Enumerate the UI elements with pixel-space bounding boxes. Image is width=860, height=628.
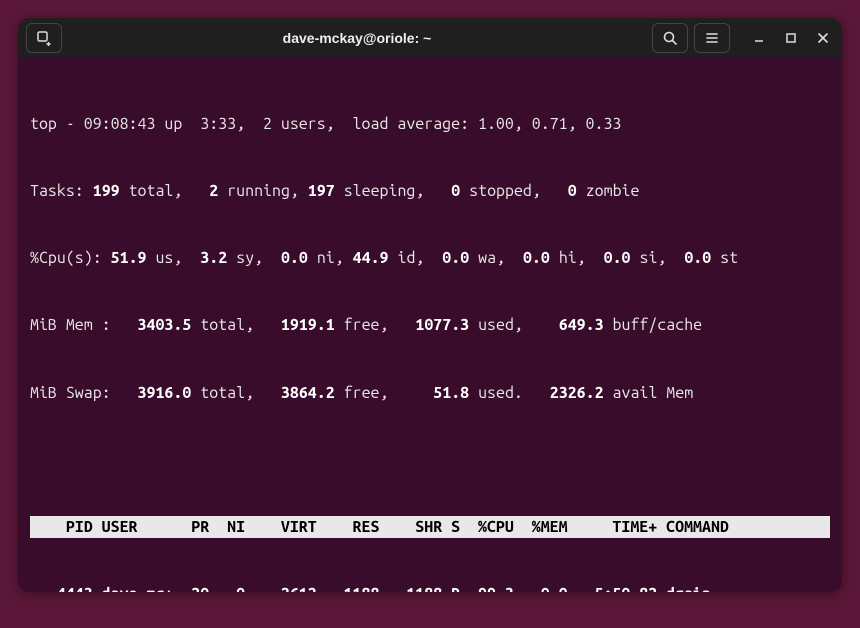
column-header-row: PID USER PR NI VIRT RES SHR S %CPU %MEM … [30,516,830,538]
mem-line: MiB Mem : 3403.5 total, 1919.1 free, 107… [30,314,830,336]
mem-buff: 649.3 [559,316,604,334]
top-summary-line: top - 09:08:43 up 3:33, 2 users, load av… [30,113,830,135]
titlebar: dave-mckay@oriole: ~ [18,18,842,58]
swap-free: 3864.2 [281,384,335,402]
search-button[interactable] [652,23,688,53]
cpu-si: 0.0 [604,249,631,267]
process-row: 4443 dave-mc+ 20 0 2612 1188 1188 R 99.3… [30,583,830,592]
terminal-output[interactable]: top - 09:08:43 up 3:33, 2 users, load av… [18,58,842,592]
close-button[interactable] [812,27,834,49]
menu-button[interactable] [694,23,730,53]
terminal-window: dave-mckay@oriole: ~ [18,18,842,592]
search-icon [662,30,678,46]
swap-avail: 2326.2 [550,384,604,402]
minimize-icon [753,32,765,44]
cpu-id: 44.9 [353,249,389,267]
cpu-ni: 0.0 [281,249,308,267]
window-title: dave-mckay@oriole: ~ [62,30,652,46]
hamburger-icon [704,30,720,46]
column-header: PID USER PR NI VIRT RES SHR S %CPU %MEM … [30,516,830,538]
mem-label: MiB Mem : [30,316,111,334]
tasks-line: Tasks: 199 total, 2 running, 197 sleepin… [30,180,830,202]
minimize-button[interactable] [748,27,770,49]
cpu-label: %Cpu(s): [30,249,102,267]
cpu-us: 51.9 [111,249,147,267]
tasks-running: 2 [209,182,218,200]
process-list: 4443 dave-mc+ 20 0 2612 1188 1188 R 99.3… [30,583,830,592]
blank-line [30,449,830,471]
new-tab-icon [36,30,52,46]
swap-total: 3916.0 [138,384,192,402]
cpu-wa: 0.0 [442,249,469,267]
cpu-line: %Cpu(s): 51.9 us, 3.2 sy, 0.0 ni, 44.9 i… [30,247,830,269]
close-icon [817,32,829,44]
swap-used: 51.8 [433,384,469,402]
new-tab-button[interactable] [26,23,62,53]
tasks-zombie: 0 [568,182,577,200]
cpu-sy: 3.2 [200,249,227,267]
maximize-button[interactable] [780,27,802,49]
cpu-st: 0.0 [684,249,711,267]
maximize-icon [785,32,797,44]
mem-total: 3403.5 [138,316,192,334]
swap-label: MiB Swap: [30,384,111,402]
tasks-label: Tasks: [30,182,84,200]
mem-used: 1077.3 [415,316,469,334]
swap-line: MiB Swap: 3916.0 total, 3864.2 free, 51.… [30,382,830,404]
tasks-total: 199 [93,182,120,200]
cpu-hi: 0.0 [523,249,550,267]
mem-free: 1919.1 [281,316,335,334]
tasks-stopped: 0 [451,182,460,200]
tasks-sleeping: 197 [308,182,335,200]
